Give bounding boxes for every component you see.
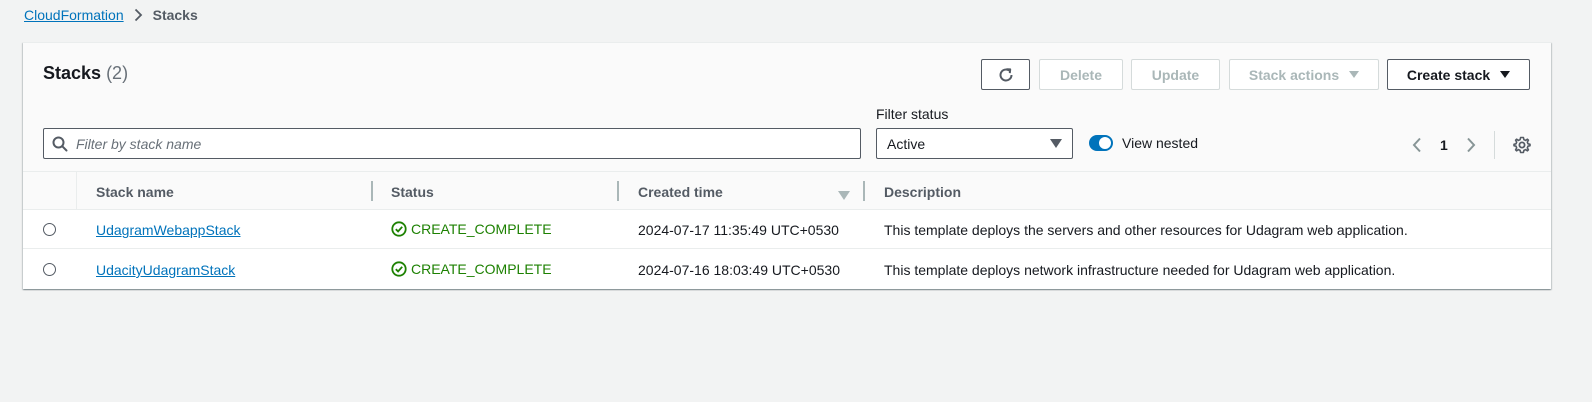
pager-divider [1493, 131, 1495, 159]
status-badge: CREATE_COMPLETE [391, 261, 552, 277]
search-input[interactable] [76, 135, 860, 152]
row-select-radio[interactable] [43, 223, 56, 236]
page-title: Stacks (2) [43, 63, 128, 84]
table-row: UdagramWebappStack CREATE_COMPLETE 2024-… [23, 210, 1551, 249]
stack-name-link[interactable]: UdagramWebappStack [96, 222, 240, 238]
title-text: Stacks [43, 63, 102, 83]
table-header: Stack name Status Created time Descripti… [23, 171, 1551, 210]
filter-status-value: Active [887, 135, 926, 152]
pagination: 1 [1412, 131, 1531, 159]
view-nested-control: View nested [1089, 135, 1198, 151]
search-box [43, 128, 861, 159]
caret-down-icon [1050, 139, 1062, 148]
view-nested-label: View nested [1122, 135, 1199, 151]
refresh-button[interactable] [981, 59, 1030, 90]
column-resizer[interactable] [371, 181, 373, 201]
view-nested-toggle[interactable] [1089, 135, 1113, 151]
column-header-description: Description [884, 184, 962, 200]
column-resizer[interactable] [617, 181, 619, 201]
delete-label: Delete [1059, 66, 1103, 83]
page-number[interactable]: 1 [1440, 137, 1448, 153]
stack-description: This template deploys the servers and ot… [884, 222, 1408, 238]
create-stack-label: Create stack [1406, 66, 1491, 83]
breadcrumb-cloudformation-link[interactable]: CloudFormation [24, 7, 124, 23]
refresh-icon [997, 66, 1015, 84]
stacks-panel: Stacks (2) Delete Update Stack actions C… [23, 42, 1551, 289]
filter-status-select[interactable]: Active [876, 128, 1073, 159]
filter-status-label: Filter status [876, 106, 949, 122]
update-label: Update [1151, 66, 1200, 83]
chevron-right-icon [134, 8, 143, 22]
table-row: UdacityUdagramStack CREATE_COMPLETE 2024… [23, 250, 1551, 289]
check-circle-icon [391, 261, 407, 277]
stack-actions-button[interactable]: Stack actions [1229, 59, 1379, 90]
stack-count: (2) [106, 63, 129, 83]
toggle-knob [1099, 137, 1111, 149]
status-text: CREATE_COMPLETE [411, 221, 552, 237]
created-time: 2024-07-17 11:35:49 UTC+0530 [638, 222, 839, 238]
column-header-created-time[interactable]: Created time [638, 184, 723, 200]
delete-button[interactable]: Delete [1039, 59, 1123, 90]
gear-icon[interactable] [1512, 136, 1531, 154]
create-stack-button[interactable]: Create stack [1387, 59, 1530, 90]
status-badge: CREATE_COMPLETE [391, 221, 552, 237]
search-icon [44, 136, 76, 152]
check-circle-icon [391, 221, 407, 237]
status-text: CREATE_COMPLETE [411, 261, 552, 277]
breadcrumb-current: Stacks [152, 7, 198, 23]
sort-descending-icon[interactable] [838, 187, 850, 203]
stack-name-link[interactable]: UdacityUdagramStack [96, 262, 235, 278]
chevron-left-icon[interactable] [1412, 137, 1422, 153]
column-header-status[interactable]: Status [391, 184, 434, 200]
caret-down-icon [1349, 71, 1360, 78]
column-divider [76, 172, 77, 210]
update-button[interactable]: Update [1131, 59, 1220, 90]
caret-down-icon [1500, 71, 1511, 78]
chevron-right-icon[interactable] [1466, 137, 1476, 153]
row-select-radio[interactable] [43, 263, 56, 276]
created-time: 2024-07-16 18:03:49 UTC+0530 [638, 262, 840, 278]
column-header-stack-name[interactable]: Stack name [96, 184, 174, 200]
stack-actions-label: Stack actions [1248, 66, 1340, 83]
breadcrumb: CloudFormation Stacks [24, 7, 198, 23]
stack-description: This template deploys network infrastruc… [884, 262, 1396, 278]
column-resizer[interactable] [863, 181, 865, 201]
